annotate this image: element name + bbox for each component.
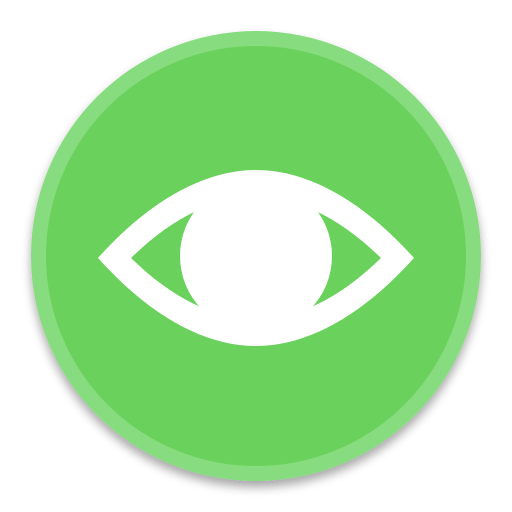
app-icon-canvas [0, 0, 512, 512]
eye-pupil [180, 180, 332, 332]
eye-app-icon[interactable] [0, 0, 512, 512]
